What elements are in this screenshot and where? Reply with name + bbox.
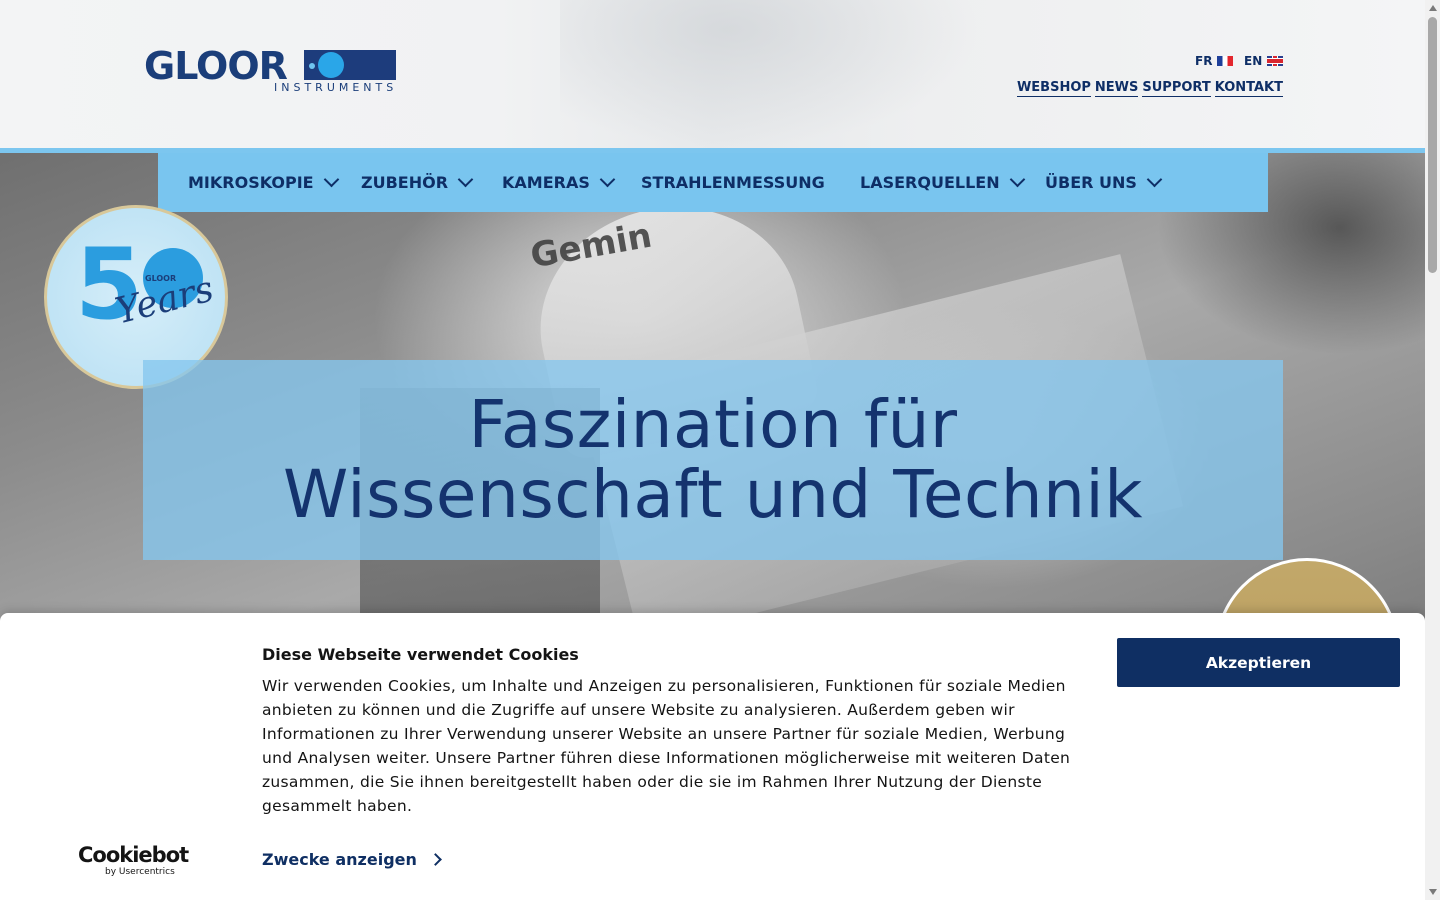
cookie-title: Diese Webseite verwendet Cookies: [262, 645, 579, 664]
vertical-scrollbar[interactable]: [1425, 0, 1440, 900]
language-en-link[interactable]: EN: [1244, 54, 1284, 68]
scroll-up-arrow-icon[interactable]: [1429, 5, 1437, 11]
nav-item-label: KAMERAS: [502, 173, 590, 192]
nav-item-label: LASERQUELLEN: [860, 173, 1000, 192]
hero-headline-box: Faszination für Wissenschaft und Technik: [143, 360, 1283, 560]
chevron-down-icon: [1146, 171, 1163, 188]
nav-item-zubehoer[interactable]: ZUBEHÖR: [361, 153, 474, 212]
nav-item-label: ÜBER UNS: [1045, 173, 1137, 192]
flag-fr-icon: [1217, 56, 1234, 66]
cookie-text: Wir verwenden Cookies, um Inhalte und An…: [262, 677, 1071, 815]
chevron-right-icon: [429, 853, 442, 866]
site-header: GLOOR INSTRUMENTS FR EN WEBSHOP NEWS SUP…: [0, 0, 1425, 148]
chevron-down-icon: [323, 171, 339, 188]
nav-item-kameras[interactable]: KAMERAS: [502, 153, 616, 212]
nav-item-strahlenmessung[interactable]: STRAHLENMESSUNG: [641, 153, 825, 212]
cookiebot-wordmark: Cookiebot: [78, 843, 189, 867]
webshop-link[interactable]: WEBSHOP: [1016, 80, 1091, 97]
language-fr-link[interactable]: FR: [1195, 54, 1234, 68]
nav-item-ueber-uns[interactable]: ÜBER UNS: [1045, 153, 1163, 212]
scroll-down-arrow-icon[interactable]: [1429, 889, 1437, 895]
page: GLOOR INSTRUMENTS FR EN WEBSHOP NEWS SUP…: [0, 0, 1425, 900]
nav-item-label: ZUBEHÖR: [361, 173, 449, 192]
chevron-down-icon: [1009, 171, 1025, 188]
cookiebot-logo[interactable]: Cookiebot by Usercentrics: [78, 843, 189, 879]
chevron-down-icon: [457, 171, 474, 188]
cookie-banner: Diese Webseite verwendet Cookies Wir ver…: [0, 613, 1425, 900]
nav-item-label: STRAHLENMESSUNG: [641, 173, 825, 192]
flag-en-icon: [1267, 56, 1284, 66]
nav-item-laserquellen[interactable]: LASERQUELLEN: [860, 153, 1025, 212]
nav-item-mikroskopie[interactable]: MIKROSKOPIE: [188, 153, 339, 212]
nav-item-label: MIKROSKOPIE: [188, 173, 314, 192]
logo-subtitle: INSTRUMENTS: [274, 81, 398, 94]
kontakt-link[interactable]: KONTAKT: [1214, 80, 1283, 97]
accept-cookies-button[interactable]: Akzeptieren: [1117, 638, 1400, 687]
top-links: WEBSHOP NEWS SUPPORT KONTAKT: [1016, 80, 1283, 97]
show-purposes-label: Zwecke anzeigen: [262, 850, 417, 869]
scrollbar-thumb[interactable]: [1428, 17, 1437, 273]
news-link[interactable]: NEWS: [1094, 80, 1139, 97]
header-background-image: [560, 0, 980, 148]
logo-bar-icon: [304, 50, 396, 80]
cookiebot-subtitle: by Usercentrics: [105, 867, 175, 877]
main-navigation: MIKROSKOPIE ZUBEHÖR KAMERAS STRAHLENMESS…: [158, 153, 1268, 212]
show-purposes-link[interactable]: Zwecke anzeigen: [262, 850, 442, 869]
chevron-down-icon: [599, 171, 616, 188]
hero-headline-line2: Wissenschaft und Technik: [283, 456, 1143, 533]
support-link[interactable]: SUPPORT: [1142, 80, 1211, 97]
logo-wordmark: GLOOR: [144, 44, 288, 88]
language-fr-label: FR: [1195, 54, 1213, 68]
gloor-logo[interactable]: GLOOR INSTRUMENTS: [144, 46, 398, 98]
language-en-label: EN: [1244, 54, 1263, 68]
hero-headline-line1: Faszination für: [468, 386, 958, 463]
